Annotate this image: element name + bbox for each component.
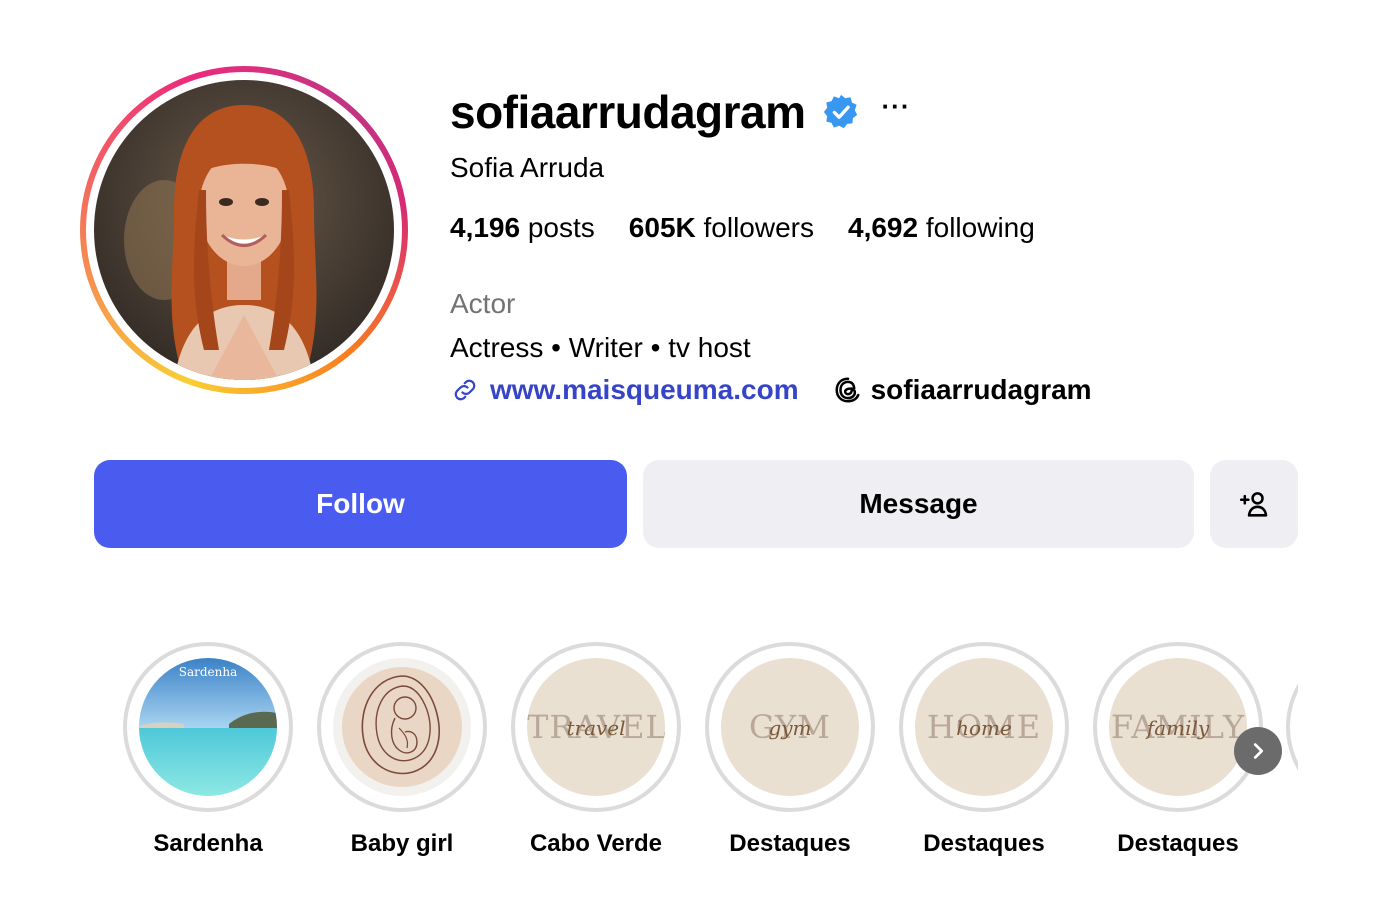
- highlight-cover-script: home: [956, 716, 1012, 740]
- highlight-item[interactable]: Sardenha Sardenha: [95, 640, 293, 870]
- highlight-item[interactable]: FAMILY family Destaques: [1065, 640, 1263, 870]
- threads-link[interactable]: sofiaarrudagram: [833, 374, 1092, 406]
- highlight-cover: [333, 658, 471, 796]
- highlight-ring: FAMILY family: [1093, 642, 1263, 812]
- profile-links: www.maisqueuma.com sofiaarrudagram: [450, 374, 1092, 406]
- highlight-item-partial[interactable]: [1286, 642, 1298, 812]
- highlight-cover-text: Sardenha: [179, 665, 238, 679]
- highlight-label: Cabo Verde: [529, 830, 663, 857]
- more-options-icon[interactable]: ···: [882, 93, 911, 119]
- highlight-item[interactable]: TRAVEL travel Cabo Verde: [483, 640, 681, 870]
- message-button[interactable]: Message: [643, 460, 1194, 548]
- suggest-user-button[interactable]: [1210, 460, 1298, 548]
- highlight-cover-script: gym: [768, 716, 812, 740]
- highlight-item[interactable]: HOME home Destaques: [871, 640, 1069, 870]
- verified-badge-icon: [822, 93, 860, 131]
- highlight-label: Destaques: [1117, 830, 1239, 857]
- highlight-cover: Sardenha: [139, 658, 277, 796]
- username-row: sofiaarrudagram ···: [450, 84, 911, 140]
- profile-category: Actor: [450, 288, 516, 319]
- highlight-label: Sardenha: [153, 830, 263, 857]
- highlight-cover-script: travel: [566, 716, 626, 740]
- highlights-next-button[interactable]: [1234, 727, 1282, 775]
- highlight-label: Baby girl: [350, 830, 454, 857]
- link-icon: [454, 379, 476, 401]
- highlight-ring: TRAVEL travel: [511, 642, 681, 812]
- profile-bio: Actress • Writer • tv host: [450, 332, 751, 363]
- threads-icon: [835, 377, 860, 403]
- website-link[interactable]: www.maisqueuma.com: [450, 374, 799, 406]
- add-person-icon: [1239, 492, 1268, 517]
- follow-button[interactable]: Follow: [94, 460, 627, 548]
- highlight-ring: GYM gym: [705, 642, 875, 812]
- highlight-ring: [317, 642, 487, 812]
- username: sofiaarrudagram: [450, 86, 806, 138]
- following-stat[interactable]: 4,692 following: [848, 212, 1035, 244]
- highlight-cover: FAMILY family: [1109, 658, 1247, 796]
- highlight-cover: TRAVEL travel: [527, 658, 665, 796]
- highlight-cover: GYM gym: [721, 658, 859, 796]
- profile-avatar[interactable]: [94, 80, 394, 380]
- chevron-right-icon: [1253, 743, 1264, 759]
- profile-stats: 4,196 posts 605K followers 4,692 followi…: [450, 212, 1069, 244]
- highlight-ring: Sardenha: [123, 642, 293, 812]
- full-name: Sofia Arruda: [450, 152, 605, 183]
- followers-stat[interactable]: 605K followers: [629, 212, 814, 244]
- story-highlights: Sardenha Sardenha Baby girl TRAVEL trave…: [0, 640, 1398, 880]
- highlight-label: Destaques: [923, 830, 1045, 857]
- highlight-label: Destaques: [729, 830, 851, 857]
- highlight-cover-script: family: [1146, 716, 1210, 740]
- posts-stat[interactable]: 4,196 posts: [450, 212, 595, 244]
- highlight-item[interactable]: GYM gym Destaques: [677, 640, 875, 870]
- highlight-ring: HOME home: [899, 642, 1069, 812]
- highlight-cover: HOME home: [915, 658, 1053, 796]
- highlight-item[interactable]: Baby girl: [289, 640, 487, 870]
